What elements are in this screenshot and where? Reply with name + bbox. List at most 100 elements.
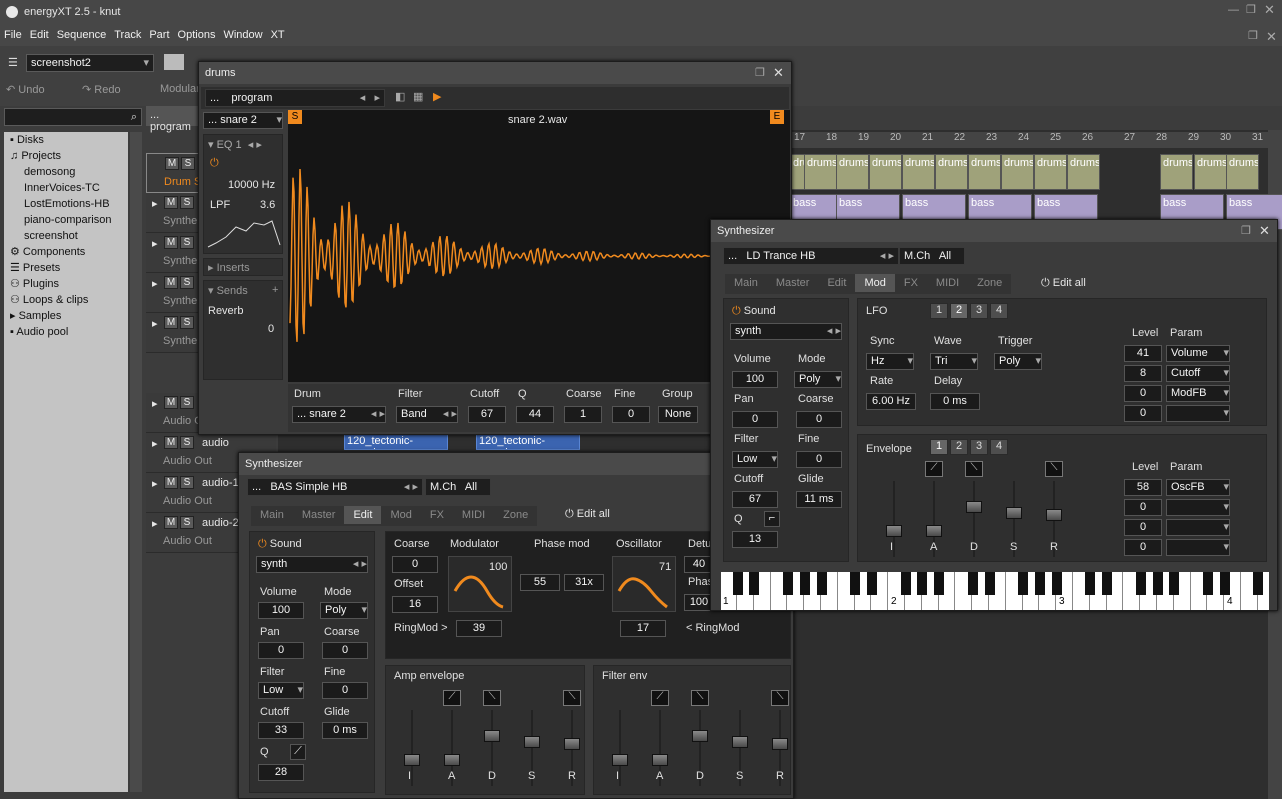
- sidebar-item-project[interactable]: demosong: [4, 164, 128, 180]
- undo-button[interactable]: ↶ Undo: [6, 83, 45, 96]
- env-slider-knob[interactable]: [524, 736, 540, 748]
- eq-value[interactable]: 3.6: [260, 199, 275, 211]
- tab-mod[interactable]: Mod: [855, 274, 895, 292]
- pan-value[interactable]: 0: [732, 411, 778, 428]
- ringmod-value[interactable]: 39: [456, 620, 502, 637]
- env-slider-knob[interactable]: [652, 754, 668, 766]
- sidebar-item-presets[interactable]: ☰ Presets: [4, 260, 128, 276]
- env-param-select[interactable]: ▾: [1166, 539, 1230, 556]
- close-icon[interactable]: ✕: [773, 62, 784, 84]
- curve-shape-icon[interactable]: ⟍: [1045, 461, 1063, 477]
- q-value[interactable]: 13: [732, 531, 778, 548]
- curve-shape-icon[interactable]: ⟍: [563, 690, 581, 706]
- preset-select[interactable]: ... BAS Simple HB ◂ ▸: [247, 478, 423, 496]
- env-slider-knob[interactable]: [1006, 507, 1022, 519]
- sidebar-item-project[interactable]: screenshot: [4, 228, 128, 244]
- hamburger-icon[interactable]: ☰: [8, 56, 18, 69]
- menu-sequence[interactable]: Sequence: [53, 26, 111, 44]
- drum-clip[interactable]: drums: [935, 154, 968, 190]
- env-2-button[interactable]: 2: [950, 439, 968, 455]
- osc-coarse-value[interactable]: 0: [392, 556, 438, 573]
- tab-zone[interactable]: Zone: [968, 274, 1011, 292]
- menu-window[interactable]: Window: [219, 26, 266, 44]
- env-slider-knob[interactable]: [444, 754, 460, 766]
- env-level[interactable]: 0: [1124, 499, 1162, 516]
- cutoff-value[interactable]: 33: [258, 722, 304, 739]
- lfo-level[interactable]: 41: [1124, 345, 1162, 362]
- sidebar-item-project[interactable]: LostEmotions-HB: [4, 196, 128, 212]
- mdi-restore-icon[interactable]: ❐: [1244, 26, 1262, 45]
- minimize-icon[interactable]: —: [1228, 4, 1239, 16]
- glide-value[interactable]: 0 ms: [322, 722, 368, 739]
- midi-channel[interactable]: M.Ch All: [899, 247, 965, 265]
- grid-icon[interactable]: ▦: [413, 90, 423, 103]
- env-slider-knob[interactable]: [692, 730, 708, 742]
- drum-clip[interactable]: drums: [804, 154, 837, 190]
- eq-curve[interactable]: [206, 217, 282, 251]
- add-send-icon[interactable]: +: [272, 284, 278, 296]
- program-select[interactable]: ... program ◂ ▸: [205, 89, 385, 107]
- drum-clip[interactable]: drums: [1194, 154, 1227, 190]
- sidebar-item-plugins[interactable]: ⚇ Plugins: [4, 276, 128, 292]
- env-slider-knob[interactable]: [732, 736, 748, 748]
- drum-select[interactable]: ... snare 2 ◂ ▸: [292, 406, 386, 423]
- group-value[interactable]: None: [658, 406, 698, 423]
- synth-select[interactable]: synth ◂ ▸: [256, 556, 368, 573]
- filter-select[interactable]: Low ▾: [732, 451, 778, 468]
- lfo-level[interactable]: 0: [1124, 405, 1162, 422]
- modulator-wave[interactable]: 100: [448, 556, 512, 612]
- tab-midi[interactable]: MIDI: [453, 506, 494, 524]
- edit-all-button[interactable]: ⏻ Edit all: [565, 508, 610, 521]
- env-slider-knob[interactable]: [612, 754, 628, 766]
- oscillator-wave[interactable]: 71: [612, 556, 676, 612]
- redo-button[interactable]: ↷ Redo: [82, 83, 121, 96]
- power-icon[interactable]: ⏻: [210, 157, 219, 170]
- drum-clip[interactable]: drums: [836, 154, 869, 190]
- env-slider-knob[interactable]: [404, 754, 420, 766]
- q-value[interactable]: 44: [516, 406, 554, 423]
- env-slider-knob[interactable]: [966, 501, 982, 513]
- volume-value[interactable]: 100: [732, 371, 778, 388]
- mode-select[interactable]: Poly ▾: [320, 602, 368, 619]
- cutoff-value[interactable]: 67: [468, 406, 506, 423]
- env-slider-knob[interactable]: [484, 730, 500, 742]
- rate-value[interactable]: 6.00 Hz: [866, 393, 916, 410]
- sound-header[interactable]: ⏻ Sound: [732, 305, 776, 318]
- sidebar-item-loops[interactable]: ⚇ Loops & clips: [4, 292, 128, 308]
- env-param-select[interactable]: ▾: [1166, 519, 1230, 536]
- tab-edit[interactable]: Edit: [344, 506, 382, 524]
- curve-shape-icon[interactable]: ⟋: [925, 461, 943, 477]
- tab-fx[interactable]: FX: [895, 274, 927, 292]
- tab-main[interactable]: Main: [251, 506, 293, 524]
- sidebar-item-project[interactable]: piano-comparison: [4, 212, 128, 228]
- volume-value[interactable]: 100: [258, 602, 304, 619]
- sends-header[interactable]: ▾ Sends: [208, 284, 248, 297]
- glide-value[interactable]: 11 ms: [796, 491, 842, 508]
- sidebar-item-samples[interactable]: ▸ Samples: [4, 308, 128, 324]
- inserts-header[interactable]: ▸ Inserts: [203, 258, 283, 276]
- menu-options[interactable]: Options: [174, 26, 220, 44]
- play-icon[interactable]: ▶: [433, 90, 441, 103]
- lfo-param-select[interactable]: ModFB ▾: [1166, 385, 1230, 402]
- env-4-button[interactable]: 4: [990, 439, 1008, 455]
- drum-clip[interactable]: drums: [1160, 154, 1193, 190]
- offset-value[interactable]: 16: [392, 596, 438, 613]
- keyboard-icon[interactable]: [164, 54, 184, 70]
- menu-file[interactable]: File: [0, 26, 26, 44]
- lfo-param-select[interactable]: ▾: [1166, 405, 1230, 422]
- curve-shape-icon[interactable]: ⟍: [771, 690, 789, 706]
- phasemod-value[interactable]: 55: [520, 574, 560, 591]
- close-icon[interactable]: ✕: [1259, 220, 1270, 242]
- tab-midi[interactable]: MIDI: [927, 274, 968, 292]
- env-slider-knob[interactable]: [772, 738, 788, 750]
- sidebar-item-components[interactable]: ⚙ Components: [4, 244, 128, 260]
- view-icon[interactable]: ◧: [395, 90, 405, 103]
- delay-value[interactable]: 0 ms: [930, 393, 980, 410]
- modular-button[interactable]: Modular: [160, 83, 200, 95]
- eq-type[interactable]: LPF: [210, 199, 230, 211]
- drum-clip[interactable]: drums: [902, 154, 935, 190]
- audio-clip[interactable]: 120_tectonic-massiv: [476, 434, 580, 450]
- tab-mod[interactable]: Mod: [381, 506, 420, 524]
- edit-all-button[interactable]: ⏻ Edit all: [1041, 277, 1086, 290]
- preset-select[interactable]: ... LD Trance HB ◂ ▸: [723, 247, 899, 265]
